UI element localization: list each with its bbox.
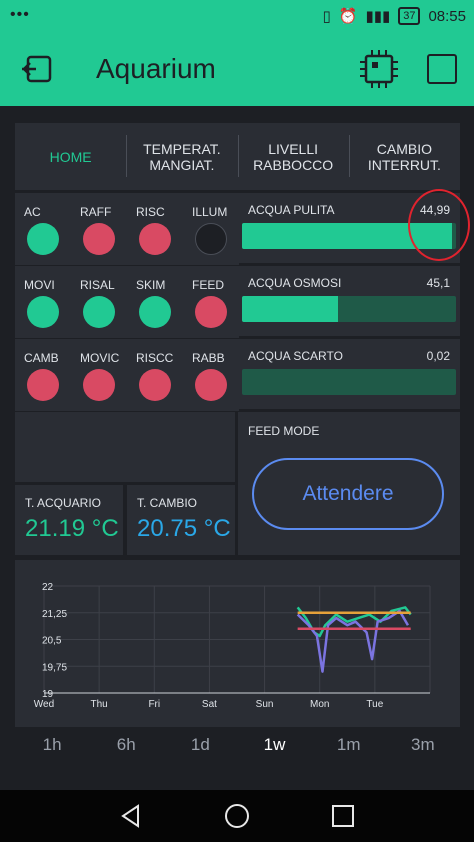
led-rabb: RABB: [183, 339, 239, 411]
led-label: SKIM: [136, 278, 166, 292]
y-tick-label: 19,75: [42, 662, 67, 673]
temp-label: T. ACQUARIO: [25, 496, 102, 510]
x-tick-label: Wed: [34, 699, 54, 710]
led-label: RISAL: [80, 278, 115, 292]
tab-bar: HOME TEMPERAT. MANGIAT. LIVELLI RABBOCCO C…: [15, 123, 460, 190]
led-movic: MOVIC: [71, 339, 127, 411]
alarm-icon: ⏰: [338, 8, 358, 25]
range-selector: 1h 6h 1d 1w 1m 3m: [15, 727, 460, 763]
level-fill: [242, 296, 339, 322]
level-value: 45,1: [426, 276, 450, 290]
led-indicator: [139, 369, 171, 401]
app-bar: Aquarium: [0, 34, 474, 106]
led-label: AC: [24, 205, 41, 219]
led-indicator: [83, 223, 115, 255]
status-bar: ••• ▯ ⏰ ▮▮▮ 37 08:55: [0, 0, 474, 34]
led-label: RABB: [192, 351, 225, 365]
y-tick-label: 21,25: [42, 609, 67, 620]
x-tick-label: Thu: [91, 699, 108, 710]
led-label: RISC: [136, 205, 165, 219]
level-track: [242, 296, 456, 322]
level-label: ACQUA PULITA: [248, 203, 335, 217]
led-label: CAMB: [24, 351, 59, 365]
exit-icon[interactable]: [20, 54, 54, 84]
level-label: ACQUA SCARTO: [248, 349, 343, 363]
x-tick-label: Sun: [256, 699, 274, 710]
led-label: ILLUM: [192, 205, 228, 219]
device-chip-icon[interactable]: [358, 48, 400, 90]
app-title: Aquarium: [96, 53, 216, 84]
led-camb: CAMB: [15, 339, 71, 411]
led-indicator: [195, 296, 227, 328]
range-1h[interactable]: 1h: [17, 727, 87, 763]
temperature-chart[interactable]: 2221,2520,519,7519Wed Thu Fri Sat Sun Mon Tue: [24, 563, 450, 721]
led-raff: RAFF: [71, 193, 127, 265]
level-value: 0,02: [426, 349, 450, 363]
level-label: ACQUA OSMOSI: [248, 276, 342, 290]
tab-cambio-interrut[interactable]: CAMBIO INTERRUT.: [348, 123, 460, 190]
led-feed: FEED: [183, 266, 239, 338]
led-indicator: [139, 223, 171, 255]
temp-acquario: T. ACQUARIO 21.19 °C: [15, 485, 123, 555]
level-track: [242, 369, 456, 395]
x-tick-label: Mon: [310, 699, 329, 710]
led-indicator: [27, 369, 59, 401]
led-indicator: [139, 296, 171, 328]
x-tick-label: Tue: [366, 699, 383, 710]
led-skim: SKIM: [127, 266, 183, 338]
range-3m[interactable]: 3m: [388, 727, 458, 763]
temp-value: 21.19 °C: [25, 515, 119, 542]
annotation-circle: [408, 189, 470, 261]
status-time: 08:55: [428, 7, 466, 25]
empty-panel: [15, 412, 235, 482]
led-label: MOVI: [24, 278, 55, 292]
y-tick-label: 22: [42, 582, 54, 593]
feed-mode-button[interactable]: Attendere: [252, 458, 444, 530]
home-nav-icon[interactable]: [224, 803, 250, 829]
notification-dots-icon: •••: [10, 6, 30, 23]
range-1d[interactable]: 1d: [165, 727, 235, 763]
led-movi: MOVI: [15, 266, 71, 338]
level-acqua-scarto: ACQUA SCARTO 0,02: [238, 339, 460, 409]
led-indicator: [83, 369, 115, 401]
led-indicator: [27, 223, 59, 255]
led-label: RISCC: [136, 351, 174, 365]
feed-mode-panel: FEED MODE Attendere: [238, 412, 460, 555]
led-indicator: [83, 296, 115, 328]
y-tick-label: 20,5: [42, 636, 62, 647]
range-1w[interactable]: 1w: [240, 727, 310, 763]
led-label: FEED: [192, 278, 225, 292]
back-nav-icon[interactable]: [118, 803, 144, 829]
x-tick-label: Sat: [202, 699, 217, 710]
stop-button[interactable]: [427, 54, 457, 84]
tab-temperat-mangiat[interactable]: TEMPERAT. MANGIAT.: [126, 123, 237, 190]
system-nav-bar: [0, 790, 474, 842]
signal-icon: ▮▮▮: [365, 8, 391, 25]
level-acqua-osmosi: ACQUA OSMOSI 45,1: [238, 266, 460, 336]
x-tick-label: Fri: [148, 699, 160, 710]
led-indicator: [195, 369, 227, 401]
range-1m[interactable]: 1m: [314, 727, 384, 763]
led-indicator: [195, 223, 227, 255]
range-6h[interactable]: 6h: [91, 727, 161, 763]
battery-icon: 37: [398, 7, 421, 25]
temp-label: T. CAMBIO: [137, 496, 198, 510]
tab-home[interactable]: HOME: [15, 123, 126, 190]
feed-mode-label: FEED MODE: [248, 424, 320, 438]
led-ac: AC: [15, 193, 71, 265]
vibrate-icon: ▯: [322, 8, 331, 25]
tab-livelli-rabbocco[interactable]: LIVELLI RABBOCCO: [237, 123, 349, 190]
led-riscc: RISCC: [127, 339, 183, 411]
led-risc: RISC: [127, 193, 183, 265]
recents-nav-icon[interactable]: [330, 803, 356, 829]
led-label: RAFF: [80, 205, 112, 219]
led-label: MOVIC: [80, 351, 120, 365]
led-indicator: [27, 296, 59, 328]
led-illum: ILLUM: [183, 193, 239, 265]
temp-cambio: T. CAMBIO 20.75 °C: [127, 485, 235, 555]
led-risal: RISAL: [71, 266, 127, 338]
temp-value: 20.75 °C: [137, 515, 231, 542]
